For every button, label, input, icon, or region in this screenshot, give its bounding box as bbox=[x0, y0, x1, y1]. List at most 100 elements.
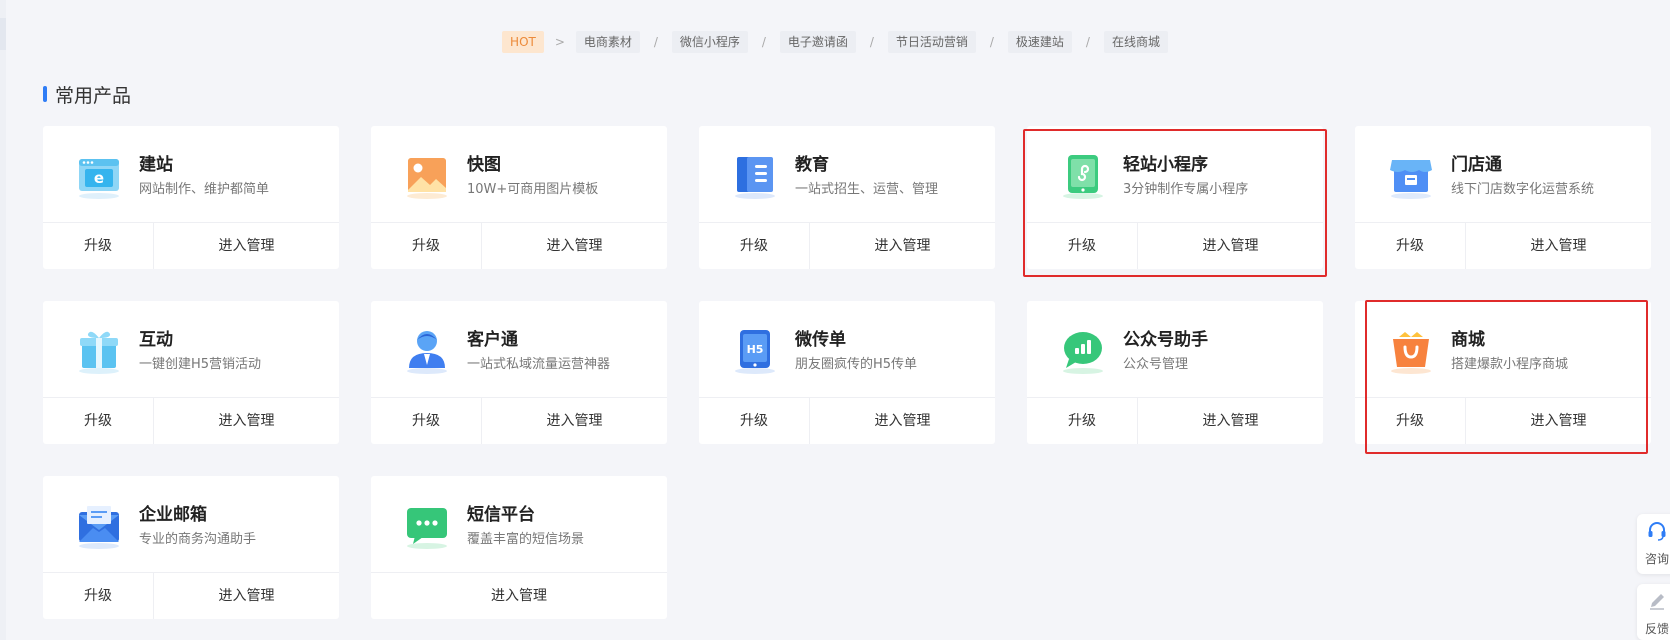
enter-manage-button[interactable]: 进入管理 bbox=[154, 573, 339, 619]
enter-manage-button[interactable]: 进入管理 bbox=[482, 223, 667, 269]
store-icon bbox=[1385, 150, 1437, 202]
product-card-header[interactable]: e 建站 网站制作、维护都简单 bbox=[43, 126, 339, 222]
enter-manage-button[interactable]: 进入管理 bbox=[810, 398, 995, 444]
upgrade-button[interactable]: 升级 bbox=[43, 223, 154, 269]
upgrade-button[interactable]: 升级 bbox=[1027, 223, 1138, 269]
tag-separator: / bbox=[653, 35, 658, 49]
product-card-header[interactable]: 互动 一键创建H5营销活动 bbox=[43, 301, 339, 397]
tag-separator: / bbox=[989, 35, 994, 49]
product-name: 轻站小程序 bbox=[1123, 155, 1208, 175]
tag-holiday-marketing[interactable]: 节日活动营销 bbox=[887, 31, 976, 53]
product-actions: 进入管理 bbox=[371, 572, 667, 619]
h5-phone-icon: H5 bbox=[729, 325, 781, 377]
product-card-store: 门店通 线下门店数字化运营系统 升级 进入管理 bbox=[1355, 126, 1651, 269]
product-actions: 升级 进入管理 bbox=[43, 397, 339, 444]
product-name: 建站 bbox=[139, 155, 173, 175]
enter-manage-button[interactable]: 进入管理 bbox=[1466, 223, 1651, 269]
product-desc: 一键创建H5营销活动 bbox=[139, 357, 262, 372]
upgrade-button[interactable]: 升级 bbox=[371, 398, 482, 444]
feedback-label: 反馈 bbox=[1644, 622, 1669, 636]
product-card-header[interactable]: 轻站小程序 3分钟制作专属小程序 bbox=[1027, 126, 1323, 222]
enter-manage-button[interactable]: 进入管理 bbox=[810, 223, 995, 269]
upgrade-button[interactable]: 升级 bbox=[371, 223, 482, 269]
product-desc: 10W+可商用图片模板 bbox=[467, 182, 599, 197]
upgrade-button[interactable]: 升级 bbox=[699, 398, 810, 444]
product-card-quick-image: 快图 10W+可商用图片模板 升级 进入管理 bbox=[371, 126, 667, 269]
product-card-header[interactable]: 教育 一站式招生、运营、管理 bbox=[699, 126, 995, 222]
product-name: 短信平台 bbox=[467, 505, 535, 525]
product-actions: 升级 进入管理 bbox=[371, 222, 667, 269]
mail-icon bbox=[73, 500, 125, 552]
product-card-enterprise-mail: 企业邮箱 专业的商务沟通助手 升级 进入管理 bbox=[43, 476, 339, 619]
feedback-button[interactable]: 反馈 bbox=[1637, 584, 1670, 640]
enter-manage-button[interactable]: 进入管理 bbox=[154, 398, 339, 444]
product-actions: 升级 进入管理 bbox=[1355, 397, 1651, 444]
upgrade-button[interactable]: 升级 bbox=[1027, 398, 1138, 444]
tag-online-mall[interactable]: 在线商城 bbox=[1103, 31, 1168, 53]
product-desc: 线下门店数字化运营系统 bbox=[1451, 182, 1595, 197]
left-edge-strip bbox=[0, 0, 6, 640]
upgrade-button[interactable]: 升级 bbox=[1355, 223, 1466, 269]
upgrade-button[interactable]: 升级 bbox=[43, 398, 154, 444]
book-icon bbox=[729, 150, 781, 202]
enter-manage-button[interactable]: 进入管理 bbox=[482, 398, 667, 444]
product-name: 微传单 bbox=[795, 330, 846, 350]
customer-icon bbox=[401, 325, 453, 377]
product-desc: 公众号管理 bbox=[1123, 357, 1189, 372]
tag-e-invitation[interactable]: 电子邀请函 bbox=[779, 31, 856, 53]
product-card-official-account: 公众号助手 公众号管理 升级 进入管理 bbox=[1027, 301, 1323, 444]
upgrade-button[interactable]: 升级 bbox=[1355, 398, 1466, 444]
shopping-bag-icon bbox=[1385, 325, 1437, 377]
website-icon: e bbox=[73, 150, 125, 202]
product-card-interactive: 互动 一键创建H5营销活动 升级 进入管理 bbox=[43, 301, 339, 444]
picture-icon bbox=[401, 150, 453, 202]
tag-wechat-mini-program[interactable]: 微信小程序 bbox=[671, 31, 748, 53]
product-name: 互动 bbox=[139, 330, 173, 350]
tag-ecommerce-assets[interactable]: 电商素材 bbox=[575, 31, 640, 53]
product-actions: 升级 进入管理 bbox=[371, 397, 667, 444]
section-title-accent-bar bbox=[43, 86, 47, 102]
product-card-header[interactable]: 快图 10W+可商用图片模板 bbox=[371, 126, 667, 222]
svg-text:H5: H5 bbox=[747, 343, 764, 356]
product-desc: 网站制作、维护都简单 bbox=[139, 182, 270, 197]
pencil-icon bbox=[1637, 590, 1670, 616]
chat-chart-icon bbox=[1057, 325, 1109, 377]
product-card-header[interactable]: 商城 搭建爆款小程序商城 bbox=[1355, 301, 1651, 397]
upgrade-button[interactable]: 升级 bbox=[699, 223, 810, 269]
enter-manage-button[interactable]: 进入管理 bbox=[1466, 398, 1651, 444]
section-title-text: 常用产品 bbox=[55, 84, 132, 107]
product-card-website: e 建站 网站制作、维护都简单 升级 进入管理 bbox=[43, 126, 339, 269]
product-card-header[interactable]: 公众号助手 公众号管理 bbox=[1027, 301, 1323, 397]
tag-separator: / bbox=[869, 35, 874, 49]
product-desc: 一站式私域流量运营神器 bbox=[467, 357, 611, 372]
consult-label: 咨询 bbox=[1644, 552, 1669, 566]
product-card-sms: 短信平台 覆盖丰富的短信场景 进入管理 bbox=[371, 476, 667, 619]
product-name: 公众号助手 bbox=[1123, 330, 1208, 350]
tag-fast-site[interactable]: 极速建站 bbox=[1007, 31, 1072, 53]
product-card-header[interactable]: 短信平台 覆盖丰富的短信场景 bbox=[371, 476, 667, 572]
product-name: 教育 bbox=[795, 155, 829, 175]
mini-program-icon bbox=[1057, 150, 1109, 202]
gift-icon bbox=[73, 325, 125, 377]
enter-manage-button[interactable]: 进入管理 bbox=[371, 573, 667, 619]
product-actions: 升级 进入管理 bbox=[699, 397, 995, 444]
product-card-header[interactable]: H5 微传单 朋友圈疯传的H5传单 bbox=[699, 301, 995, 397]
product-desc: 专业的商务沟通助手 bbox=[139, 532, 257, 547]
product-desc: 搭建爆款小程序商城 bbox=[1451, 357, 1569, 372]
product-card-header[interactable]: 企业邮箱 专业的商务沟通助手 bbox=[43, 476, 339, 572]
product-card-header[interactable]: 门店通 线下门店数字化运营系统 bbox=[1355, 126, 1651, 222]
product-actions: 升级 进入管理 bbox=[1355, 222, 1651, 269]
product-actions: 升级 进入管理 bbox=[1027, 222, 1323, 269]
tag-hot[interactable]: HOT bbox=[502, 31, 544, 53]
enter-manage-button[interactable]: 进入管理 bbox=[1138, 398, 1323, 444]
tag-separator: / bbox=[761, 35, 766, 49]
consult-button[interactable]: 咨询 bbox=[1637, 514, 1670, 574]
enter-manage-button[interactable]: 进入管理 bbox=[1138, 223, 1323, 269]
upgrade-button[interactable]: 升级 bbox=[43, 573, 154, 619]
enter-manage-button[interactable]: 进入管理 bbox=[154, 223, 339, 269]
product-card-customer: 客户通 一站式私域流量运营神器 升级 进入管理 bbox=[371, 301, 667, 444]
product-name: 快图 bbox=[467, 155, 501, 175]
headset-icon bbox=[1637, 520, 1670, 546]
product-actions: 升级 进入管理 bbox=[699, 222, 995, 269]
product-card-header[interactable]: 客户通 一站式私域流量运营神器 bbox=[371, 301, 667, 397]
